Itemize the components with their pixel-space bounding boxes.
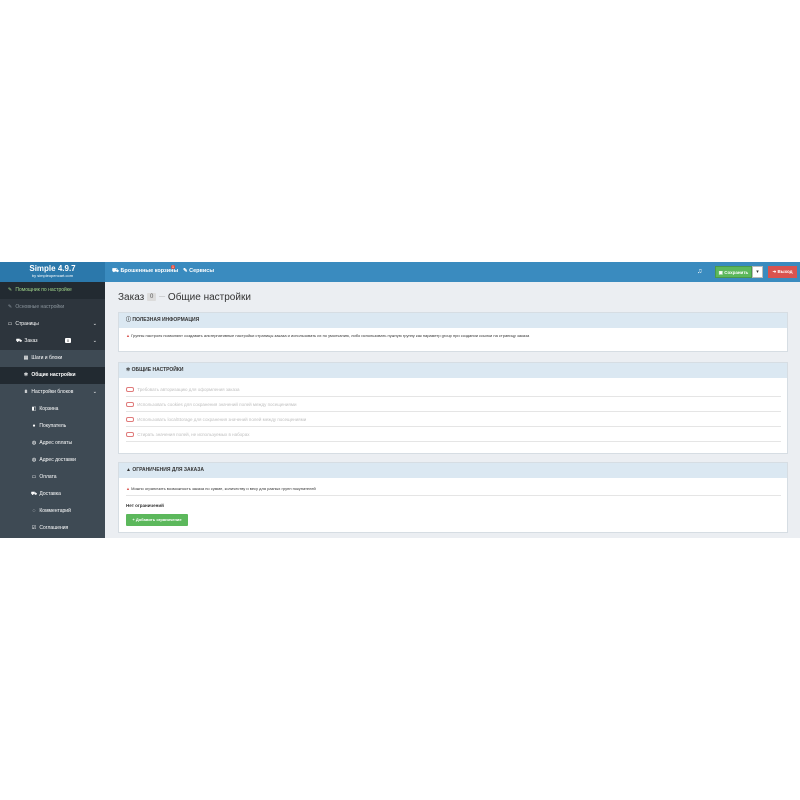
check-square-icon: ☑	[31, 525, 37, 531]
sidebar-item-wizard[interactable]: ✎ Помощник по настройке	[0, 282, 105, 299]
order-limits-header: ▲ ОГРАНИЧЕНИЯ ДЛЯ ЗАКАЗА	[119, 463, 787, 478]
order-count-badge: 0	[64, 338, 72, 343]
sidebar-item-block-settings[interactable]: ⩩ Настройки блоков ⌄	[0, 384, 105, 401]
basket-icon: ◧	[31, 406, 37, 412]
sidebar-item-order[interactable]: ⛟ Заказ 0 ⌄	[0, 333, 105, 350]
abandoned-carts-link[interactable]: ⛟ Брошенные корзины	[112, 268, 178, 275]
save-button[interactable]: ▣ Сохранить	[715, 266, 752, 278]
wrench-icon: ✎	[7, 304, 13, 310]
general-settings-header: ✲ ОБЩИЕ НАСТРОЙКИ	[119, 363, 787, 378]
sign-out-icon: ➜	[772, 269, 777, 274]
option-use-cookies[interactable]: Использовать cookies для сохранения знач…	[126, 398, 781, 412]
cart-icon: ⛟	[112, 268, 119, 274]
limits-warning-text: ▲ Можно ограничить возможность заказа по…	[126, 486, 781, 496]
sidebar-item-shipping[interactable]: ⛟ Доставка	[0, 486, 105, 503]
wrench-icon: ✎	[7, 287, 13, 293]
sidebar-item-agreements[interactable]: ☑ Соглашения	[0, 520, 105, 537]
info-panel-text: ▲ Группы настроек позволяют создавать ал…	[126, 333, 530, 338]
sidebar-item-main-settings[interactable]: ✎ Основные настройки	[0, 299, 105, 316]
user-icon: ●	[32, 423, 36, 429]
app-window: Simple 4.9.7 by simpleopencart.com ⛟ Бро…	[0, 262, 800, 538]
wrench-icon: ✎	[183, 268, 188, 274]
toggle-off-icon[interactable]	[126, 417, 134, 423]
cart-count-badge: 1	[171, 265, 175, 269]
option-use-localstorage[interactable]: Использовать localStorage для сохранения…	[126, 413, 781, 427]
chevron-down-icon: ⌄	[92, 338, 97, 344]
globe-icon: ◍	[31, 440, 37, 446]
sidebar-item-customer[interactable]: ● Покупатель	[0, 418, 105, 435]
chevron-down-icon: ⌄	[92, 389, 97, 395]
sitemap-icon: ⩩	[24, 389, 28, 395]
sidebar-item-payment[interactable]: ▭ Оплата	[0, 469, 105, 486]
info-panel-header: ⓘ ПОЛЕЗНАЯ ИНФОРМАЦИЯ	[119, 313, 787, 328]
page-title: Заказ 0 — Общие настройки	[118, 292, 251, 303]
sidebar-item-cart[interactable]: ◧ Корзина	[0, 401, 105, 418]
main-content: Заказ 0 — Общие настройки ⓘ ПОЛЕЗНАЯ ИНФ…	[105, 282, 800, 538]
file-icon: ▭	[7, 321, 13, 327]
brand-logo[interactable]: Simple 4.9.7 by simpleopencart.com	[0, 262, 105, 282]
sidebar: ✎ Помощник по настройке ✎ Основные настр…	[0, 282, 105, 538]
sidebar-item-general-settings[interactable]: ✲ Общие настройки	[0, 367, 105, 384]
page-count-badge: 0	[147, 293, 157, 302]
sidebar-item-comment[interactable]: ◌ Комментарий	[0, 503, 105, 520]
toggle-off-icon[interactable]	[126, 432, 134, 438]
plus-icon: +	[132, 517, 135, 522]
gear-icon: ✲	[126, 367, 131, 373]
grid-icon: ▦	[23, 355, 29, 361]
services-link[interactable]: ✎ Сервисы	[183, 268, 214, 274]
sidebar-item-pages[interactable]: ▭ Страницы ⌄	[0, 316, 105, 333]
save-dropdown-toggle[interactable]: ▾	[752, 266, 763, 278]
chevron-down-icon: ⌄	[92, 321, 97, 327]
info-panel: ⓘ ПОЛЕЗНАЯ ИНФОРМАЦИЯ ▲ Группы настроек …	[118, 312, 788, 352]
warning-icon: ▲	[126, 333, 130, 338]
sidebar-item-steps-blocks[interactable]: ▦ Шаги и блоки	[0, 350, 105, 367]
bell-icon[interactable]: ♫	[697, 268, 702, 275]
brand-title: Simple 4.9.7	[29, 264, 76, 273]
comment-icon: ◌	[32, 508, 36, 514]
title-separator: —	[159, 294, 166, 301]
truck-icon: ⛟	[30, 491, 38, 497]
exit-button[interactable]: ➜ Выход	[768, 266, 797, 278]
general-settings-panel: ✲ ОБЩИЕ НАСТРОЙКИ Требовать авторизацию …	[118, 362, 788, 454]
toggle-off-icon[interactable]	[126, 402, 134, 408]
top-navbar: Simple 4.9.7 by simpleopencart.com ⛟ Бро…	[0, 262, 800, 282]
sidebar-item-shipping-address[interactable]: ◍ Адрес доставки	[0, 452, 105, 469]
add-limit-button[interactable]: + Добавить ограничение	[126, 514, 188, 526]
globe-icon: ◍	[31, 457, 37, 463]
option-clear-unused-fields[interactable]: Стирать значения полей, не используемых …	[126, 428, 781, 442]
save-icon: ▣	[718, 270, 723, 275]
gear-icon: ✲	[23, 372, 29, 378]
toggle-off-icon[interactable]	[126, 387, 134, 393]
option-require-login[interactable]: Требовать авторизацию для оформления зак…	[126, 383, 781, 397]
caret-down-icon: ▾	[756, 269, 759, 275]
info-circle-icon: ⓘ	[126, 317, 132, 323]
no-limits-label: Нет ограничений	[126, 503, 164, 508]
warning-icon: ▲	[126, 467, 131, 473]
credit-card-icon: ▭	[31, 474, 37, 480]
sidebar-item-payment-address[interactable]: ◍ Адрес оплаты	[0, 435, 105, 452]
order-limits-panel: ▲ ОГРАНИЧЕНИЯ ДЛЯ ЗАКАЗА ▲ Можно огранич…	[118, 462, 788, 533]
warning-icon: ▲	[126, 486, 130, 491]
brand-subtitle: by simpleopencart.com	[31, 273, 74, 278]
cart-icon: ⛟	[15, 338, 23, 344]
